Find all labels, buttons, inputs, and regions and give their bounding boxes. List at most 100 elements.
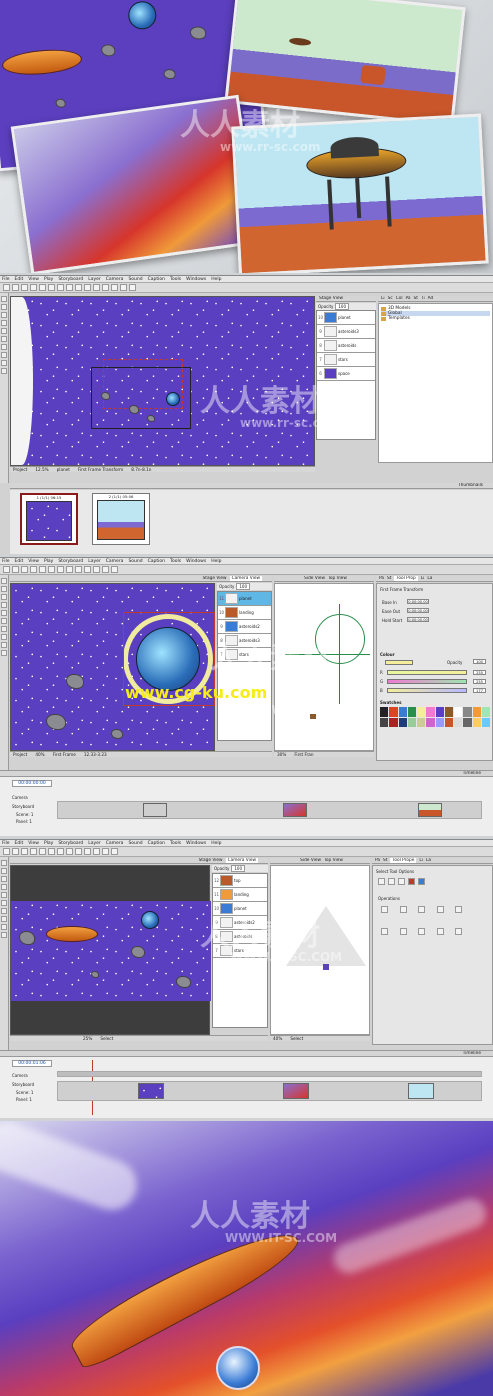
menu-play[interactable]: Play	[44, 277, 53, 282]
tab-stage-view[interactable]: Stage View	[199, 858, 223, 863]
swatch[interactable]	[481, 717, 490, 727]
tab-camera-view[interactable]: Camera View	[225, 858, 258, 863]
menu-help[interactable]: Help	[211, 559, 221, 564]
timecode[interactable]: 00:00:01:06	[12, 1060, 52, 1067]
undo-icon[interactable]	[57, 566, 64, 573]
swatch[interactable]	[472, 707, 481, 717]
select-tool-icon[interactable]	[1, 578, 7, 584]
tab-ti[interactable]: Ti	[421, 296, 425, 301]
swatch[interactable]	[389, 707, 398, 717]
tab-side-view[interactable]: Side View	[304, 576, 325, 581]
tab-li[interactable]: Li	[381, 296, 385, 301]
pencil-tool-icon[interactable]	[1, 594, 7, 600]
colour-preview[interactable]	[385, 660, 413, 665]
shot-space[interactable]	[143, 803, 167, 817]
save-icon[interactable]	[21, 848, 28, 855]
library-item[interactable]: Templates	[381, 316, 490, 321]
rotate-icon[interactable]	[418, 906, 426, 913]
shape-tool-icon[interactable]	[1, 336, 7, 342]
swatch[interactable]	[407, 717, 416, 727]
storyboard-track[interactable]	[57, 801, 482, 819]
arrow-icon[interactable]	[408, 878, 415, 885]
menu-storyboard[interactable]: Storyboard	[58, 277, 83, 282]
menu-sound[interactable]: Sound	[128, 559, 142, 564]
swatch[interactable]	[454, 717, 463, 727]
pencil-tool-icon[interactable]	[1, 312, 7, 318]
swatch[interactable]	[435, 707, 444, 717]
loop-icon[interactable]	[84, 848, 91, 855]
eraser-tool-icon[interactable]	[1, 884, 7, 890]
loop-icon[interactable]	[84, 284, 91, 291]
menu-help[interactable]: Help	[211, 277, 221, 282]
menu-sound[interactable]: Sound	[128, 277, 142, 282]
zoom-icon[interactable]	[111, 566, 118, 573]
hand-tool-icon[interactable]	[1, 360, 7, 366]
swatch[interactable]	[435, 717, 444, 727]
paste-icon[interactable]	[48, 566, 55, 573]
b-slider[interactable]	[387, 688, 467, 693]
hand-tool-icon[interactable]	[1, 924, 7, 930]
menu-layer[interactable]: Layer	[88, 559, 101, 564]
menu-camera[interactable]: Camera	[106, 559, 124, 564]
hold-start-field[interactable]: 0:00:00.00	[407, 617, 429, 622]
text-tool-icon[interactable]	[1, 328, 7, 334]
ease-out-field[interactable]: 0:00:00.00	[407, 608, 429, 613]
zoom-icon[interactable]	[129, 284, 136, 291]
fill-tool-icon[interactable]	[1, 908, 7, 914]
camera-icon[interactable]	[93, 284, 100, 291]
select-tool-icon[interactable]	[1, 296, 7, 302]
tab-top-view[interactable]: Top View	[328, 576, 347, 581]
tab-la[interactable]: La	[426, 858, 431, 863]
brush-tool-icon[interactable]	[1, 868, 7, 874]
stage-view-canvas[interactable]	[10, 296, 315, 466]
layer-row[interactable]: 8 asteroids3	[218, 634, 271, 648]
camera-view-canvas[interactable]	[10, 865, 211, 1035]
menu-help[interactable]: Help	[211, 841, 221, 846]
loop-icon[interactable]	[84, 566, 91, 573]
menu-edit[interactable]: Edit	[15, 841, 24, 846]
menu-view[interactable]: View	[28, 559, 39, 564]
status-zoom[interactable]: 25%	[83, 1036, 92, 1041]
shot-space[interactable]	[138, 1083, 164, 1099]
opacity-value[interactable]: 100	[231, 865, 246, 872]
layer-row[interactable]: 11 landing	[213, 888, 267, 902]
light-table-icon[interactable]	[120, 284, 127, 291]
save-icon[interactable]	[21, 284, 28, 291]
status-zoom[interactable]: 40%	[35, 752, 44, 757]
swatch[interactable]	[389, 717, 398, 727]
layer-row[interactable]: 8 asteroids	[317, 339, 375, 353]
layer-row[interactable]: 9 asteroids2	[213, 916, 267, 930]
eyedropper-tool-icon[interactable]	[1, 634, 7, 640]
tab-pa[interactable]: Pa	[375, 858, 380, 863]
shot-speed[interactable]	[283, 1083, 309, 1099]
camera-icon[interactable]	[93, 566, 100, 573]
cut-icon[interactable]	[30, 566, 37, 573]
menu-view[interactable]: View	[28, 277, 39, 282]
tab-col[interactable]: Col	[396, 296, 403, 301]
brush-tool-icon[interactable]	[1, 304, 7, 310]
arrange-icon[interactable]	[418, 927, 426, 935]
menu-file[interactable]: File	[2, 841, 10, 846]
menu-tools[interactable]: Tools	[170, 277, 181, 282]
onion-skin-icon[interactable]	[111, 284, 118, 291]
timecode[interactable]: 00:00:00:00	[12, 780, 52, 787]
menu-camera[interactable]: Camera	[106, 841, 124, 846]
layer-row[interactable]: 7 stars	[317, 353, 375, 367]
menu-windows[interactable]: Windows	[186, 841, 206, 846]
menu-storyboard[interactable]: Storyboard	[58, 559, 83, 564]
opacity-value[interactable]: 100	[236, 583, 251, 590]
redo-icon[interactable]	[66, 284, 73, 291]
tab-camera-view[interactable]: Camera View	[229, 576, 262, 581]
text-tool-icon[interactable]	[1, 892, 7, 898]
base-in-field[interactable]: 0:00:00.00	[407, 599, 429, 604]
swatch[interactable]	[380, 717, 389, 727]
zoom-tool-icon[interactable]	[1, 650, 7, 656]
shape-tool-icon[interactable]	[1, 618, 7, 624]
open-icon[interactable]	[12, 566, 19, 573]
marquee-mode-icon[interactable]	[398, 878, 405, 885]
layer-row[interactable]: 10 planet	[317, 311, 375, 325]
tab-pa[interactable]: Pa	[406, 296, 411, 301]
swatch-grid[interactable]	[380, 707, 490, 727]
sphere-icon[interactable]	[418, 878, 425, 885]
planet[interactable]	[166, 392, 180, 406]
